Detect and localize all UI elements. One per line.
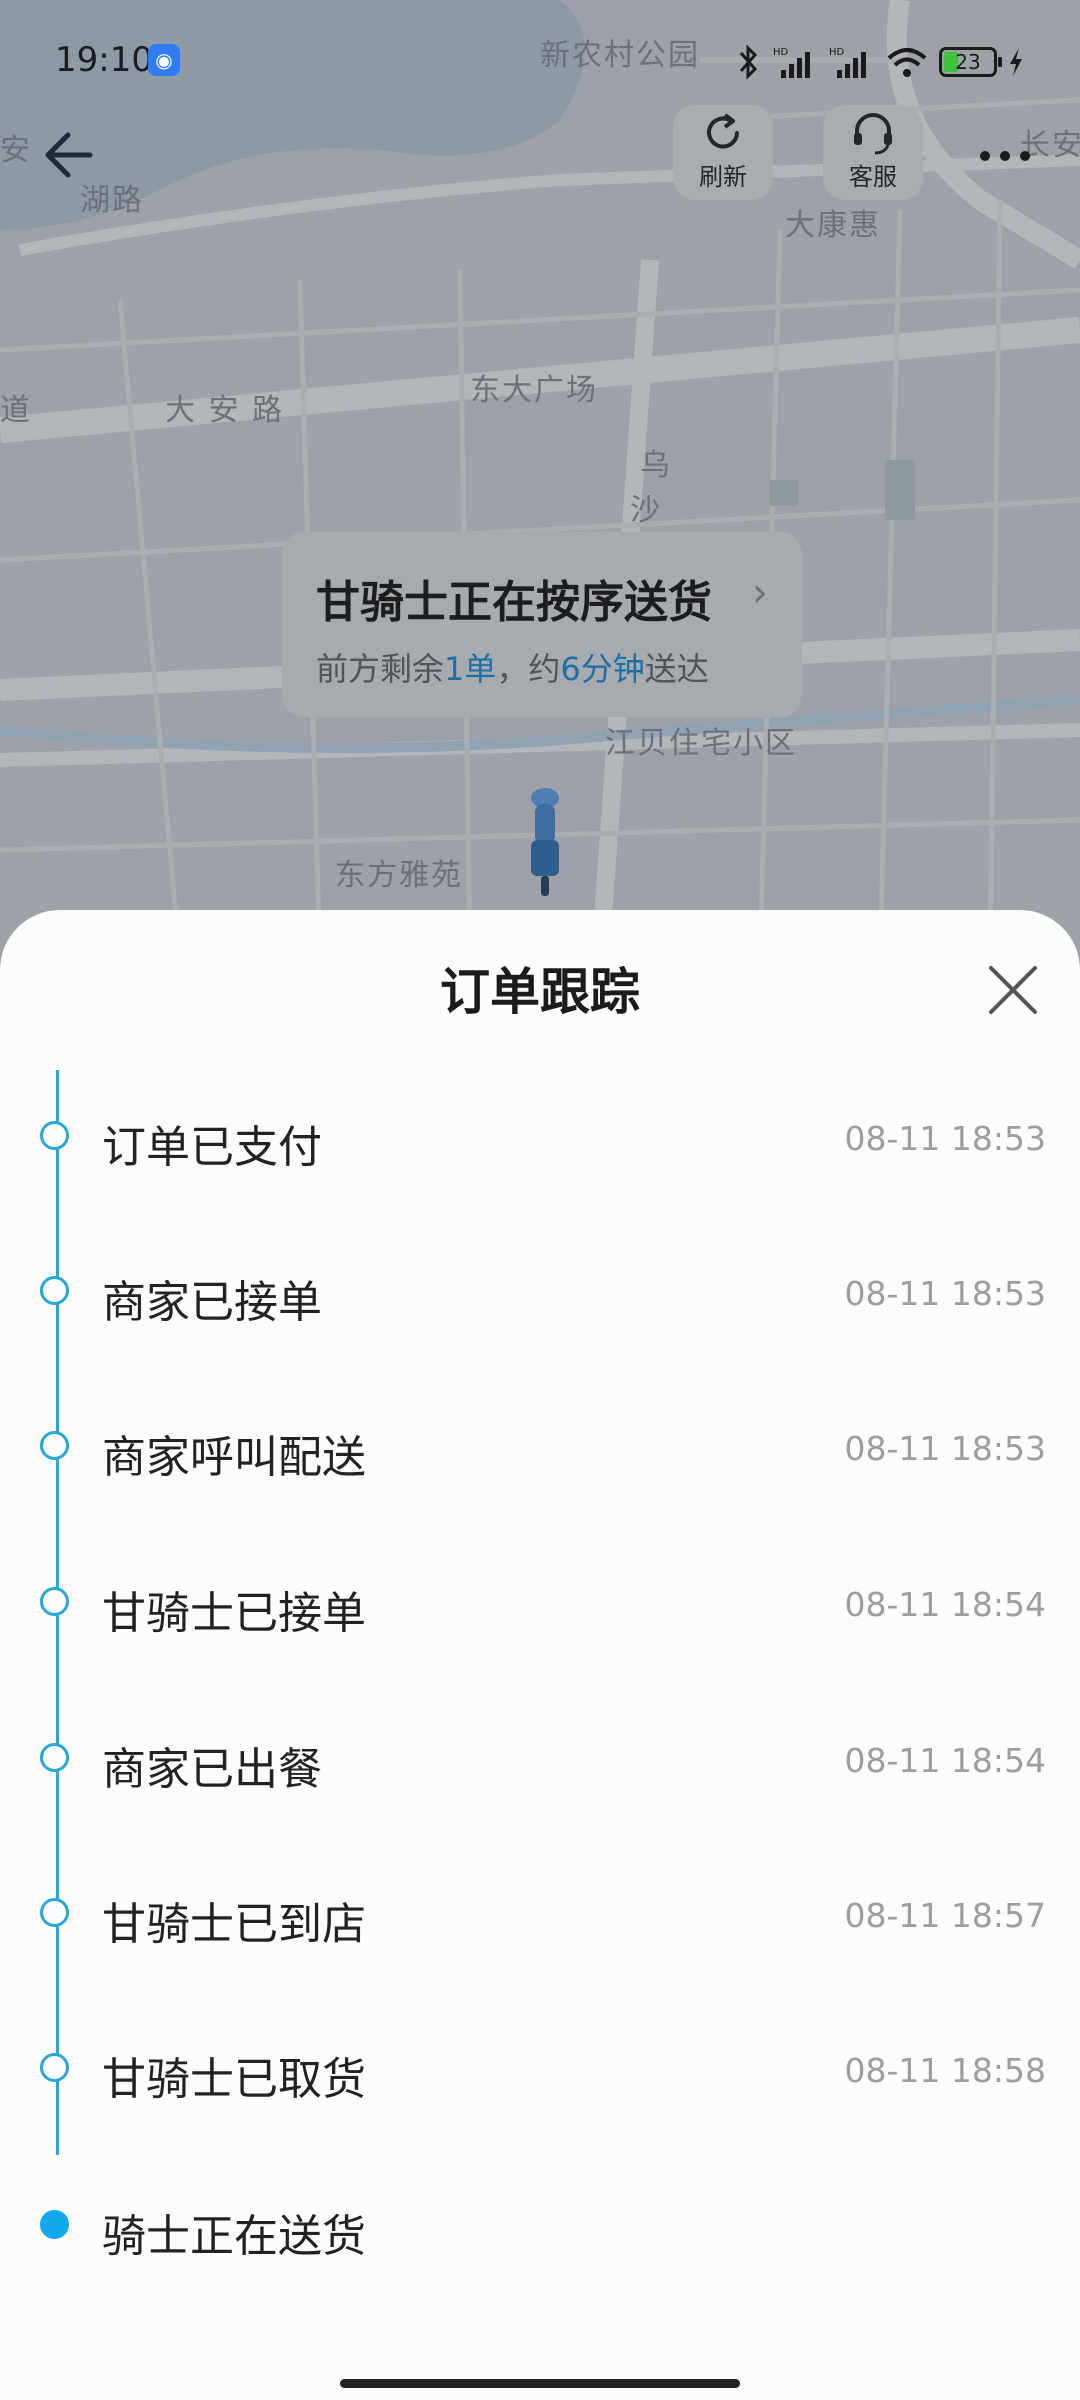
timeline-dot (40, 2053, 69, 2082)
step-label: 订单已支付 (102, 1122, 322, 1173)
signal-icon: HD (773, 47, 810, 78)
chevron-right-icon: › (752, 570, 768, 616)
timeline-step: 商家呼叫配送 08-11 18:53 (0, 1397, 1080, 1497)
map-label: 东方雅苑 (335, 858, 463, 893)
timeline-step: 商家已接单 08-11 18:53 (0, 1242, 1080, 1342)
map-label: 大 安 路 (165, 393, 285, 428)
step-label: 商家已接单 (102, 1277, 322, 1328)
svg-text:HD: HD (829, 47, 845, 58)
timeline-dot-active (40, 2210, 69, 2239)
step-time: 08-11 18:57 (844, 1896, 1046, 1935)
status-time: 19:10 (55, 40, 153, 80)
refresh-icon (707, 113, 739, 149)
timeline-dot (40, 1431, 69, 1460)
rider-status-title: 甘骑士正在按序送货 (316, 577, 712, 628)
orders-ahead: 1单 (444, 650, 497, 688)
step-time: 08-11 18:53 (844, 1429, 1046, 1468)
back-arrow-icon[interactable] (38, 125, 98, 185)
map-label: 大康惠 (785, 208, 881, 243)
refresh-label: 刷新 (699, 163, 747, 191)
step-label: 商家已出餐 (102, 1744, 322, 1795)
timeline-dot (40, 1743, 69, 1772)
timeline-step: 甘骑士已取货 08-11 18:58 (0, 2019, 1080, 2119)
map-label: 沙 (630, 493, 662, 528)
step-label: 甘骑士已到店 (102, 1899, 366, 1950)
rider-scooter-icon (531, 788, 559, 896)
status-icons: HD HD 23 (733, 42, 1025, 82)
map-label: 乌 (640, 448, 672, 483)
bluetooth-icon (739, 44, 758, 80)
map-label: 道 (0, 393, 32, 428)
order-tracking-sheet: 订单跟踪 订单已支付 08-11 18:53 商家已接单 08-11 18:53… (0, 910, 1080, 2400)
app-notification-icon: ◉ (148, 44, 180, 76)
map-label: 东大广场 (470, 373, 598, 408)
battery-icon: 23 (939, 47, 1002, 77)
timeline-step: 甘骑士已到店 08-11 18:57 (0, 1864, 1080, 1964)
timeline-step: 订单已支付 08-11 18:53 (0, 1087, 1080, 1187)
step-time: 08-11 18:58 (844, 2051, 1046, 2090)
timeline-dot (40, 1121, 69, 1150)
timeline-dot (40, 1587, 69, 1616)
timeline-dot (40, 1898, 69, 1927)
customer-service-label: 客服 (849, 163, 897, 191)
rider-eta-text: 前方剩余1单，约6分钟送达 (316, 650, 709, 688)
refresh-button[interactable]: 刷新 (673, 105, 773, 200)
step-time: 08-11 18:53 (844, 1274, 1046, 1313)
sheet-title: 订单跟踪 (440, 963, 640, 1021)
wifi-icon (887, 48, 927, 77)
charging-icon (1010, 48, 1022, 76)
step-time: 08-11 18:54 (844, 1585, 1046, 1624)
step-label: 商家呼叫配送 (102, 1432, 366, 1483)
step-label: 甘骑士已接单 (102, 1588, 366, 1639)
svg-text:HD: HD (773, 47, 789, 58)
customer-service-button[interactable]: 客服 (823, 105, 923, 200)
step-label: 骑士正在送货 (102, 2211, 366, 2262)
battery-level: 23 (955, 50, 981, 74)
more-icon[interactable] (975, 130, 1035, 170)
step-time: 08-11 18:54 (844, 1741, 1046, 1780)
step-label: 甘骑士已取货 (102, 2054, 366, 2105)
rider-status-card[interactable]: 甘骑士正在按序送货 › 前方剩余1单，约6分钟送达 (282, 532, 802, 717)
eta-minutes: 6分钟 (560, 650, 645, 688)
headset-icon (854, 113, 892, 155)
signal-icon: HD (829, 47, 866, 78)
timeline-step-current: 骑士正在送货 (0, 2176, 1080, 2276)
step-time: 08-11 18:53 (844, 1119, 1046, 1158)
timeline-dot (40, 1276, 69, 1305)
close-icon[interactable] (985, 962, 1041, 1018)
timeline-step: 甘骑士已接单 08-11 18:54 (0, 1553, 1080, 1653)
timeline-step: 商家已出餐 08-11 18:54 (0, 1709, 1080, 1809)
map-label: 江贝住宅小区 (605, 726, 797, 761)
status-bar: 19:10 ◉ HD HD 23 (0, 0, 1080, 120)
map-label: 安 (0, 133, 32, 168)
home-indicator[interactable] (340, 2379, 740, 2388)
